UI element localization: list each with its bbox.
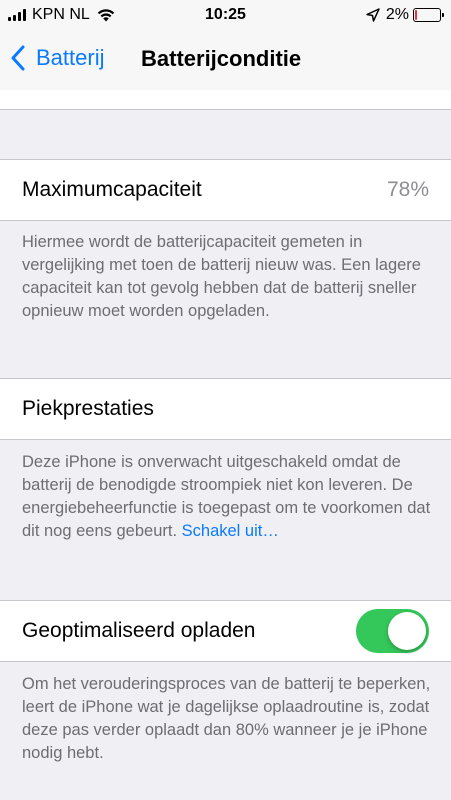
status-right: 2% [366,6,444,24]
battery-fill [415,10,417,20]
toggle-knob [388,612,426,650]
peak-performance-footer: Deze iPhone is onverwacht uitgeschakeld … [22,451,432,543]
max-capacity-footer: Hiermee wordt de batterijcapaciteit geme… [22,233,421,320]
optimized-charging-cell: Geoptimaliseerd opladen [0,601,451,661]
divider [0,109,451,110]
battery-icon [413,8,444,22]
peak-performance-cell: Piekprestaties [0,379,451,439]
divider [0,661,451,662]
max-capacity-cell: Maximumcapaciteit 78% [0,160,451,220]
max-capacity-value: 78% [386,178,429,201]
back-button-label: Batterij [36,45,105,70]
disable-link[interactable]: Schakel uit… [182,522,279,540]
max-capacity-label: Maximumcapaciteit [22,178,202,201]
navigation-bar: Batterij Batterijconditie [0,30,451,90]
battery-percentage: 2% [385,6,409,23]
divider [0,220,451,221]
chevron-left-icon [11,45,25,71]
optimized-charging-label: Geoptimaliseerd opladen [22,619,256,642]
back-button[interactable]: Batterij [10,44,104,72]
page-title: Batterijconditie [141,46,302,71]
optimized-charging-toggle[interactable] [356,609,429,653]
peak-performance-label: Piekprestaties [22,397,154,420]
optimized-charging-footer: Om het verouderingsproces van de batteri… [22,675,431,762]
divider [0,439,451,440]
location-arrow-icon [366,8,380,22]
scrolled-cell-remnant [0,90,451,109]
status-bar: KPN NL 10:25 2% [0,0,451,30]
